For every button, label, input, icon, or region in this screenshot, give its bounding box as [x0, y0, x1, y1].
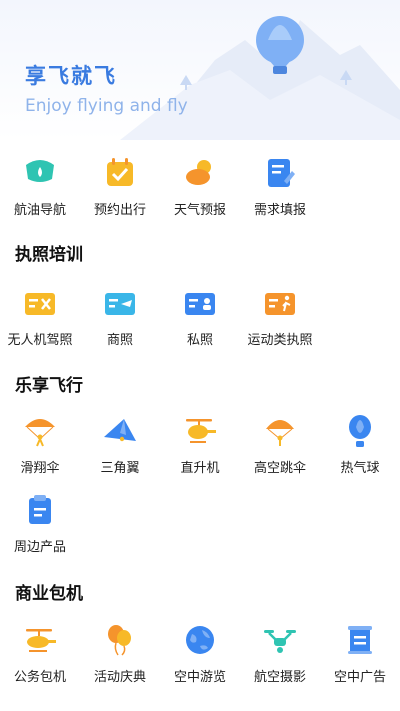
item-label: 热气球 [340, 461, 380, 476]
celebration-balloons-icon [108, 625, 131, 656]
hang-glider-button[interactable]: 三角翼 [80, 413, 160, 476]
drone-license-button[interactable]: 无人机驾照 [0, 285, 80, 348]
aerial-tour-icon [186, 626, 214, 654]
hot-air-balloon-button[interactable]: 热气球 [320, 413, 400, 476]
section-title-enjoy-flying: 乐享飞行 [15, 376, 83, 396]
private-license-button[interactable]: 私照 [160, 285, 240, 348]
calendar-check-icon [107, 158, 133, 186]
item-label: 空中广告 [333, 670, 386, 685]
skydiving-icon [266, 420, 294, 446]
item-label: 私照 [186, 333, 213, 348]
item-label: 需求填报 [253, 203, 306, 218]
section-title-business-charter: 商业包机 [15, 584, 83, 604]
item-label: 滑翔伞 [20, 461, 60, 476]
form-edit-icon [268, 159, 295, 187]
page-subtitle: Enjoy flying and fly [25, 96, 188, 116]
paraglider-button[interactable]: 滑翔伞 [0, 413, 80, 476]
item-label: 运动类执照 [247, 333, 313, 348]
business-charter-button[interactable]: 公务包机 [0, 622, 80, 685]
paraglider-icon [25, 419, 55, 447]
item-label: 三角翼 [100, 461, 140, 476]
drone-license-icon [25, 293, 55, 315]
private-license-icon [185, 293, 215, 315]
skydiving-button[interactable]: 高空跳伞 [240, 413, 320, 476]
fuel-navigation-icon [26, 160, 54, 182]
item-label: 周边产品 [13, 540, 66, 555]
item-label: 预约出行 [93, 203, 146, 218]
celebration-button[interactable]: 活动庆典 [80, 622, 160, 685]
item-label: 无人机驾照 [7, 333, 73, 348]
weather-sun-cloud-icon [186, 160, 211, 185]
item-label: 航空摄影 [253, 670, 306, 685]
hang-glider-icon [104, 419, 136, 442]
aerial-advertising-icon [348, 626, 372, 654]
merchandise-icon [29, 495, 51, 524]
business-charter-icon [26, 629, 56, 652]
item-label: 高空跳伞 [253, 461, 306, 476]
item-label: 空中游览 [173, 670, 226, 685]
page-title: 享飞就飞 [25, 64, 117, 88]
merchandise-button[interactable]: 周边产品 [0, 492, 80, 555]
helicopter-icon [186, 419, 216, 443]
aerial-photography-button[interactable]: 航空摄影 [240, 622, 320, 685]
item-label: 天气预报 [173, 203, 226, 218]
aerial-tour-button[interactable]: 空中游览 [160, 622, 240, 685]
sport-license-button[interactable]: 运动类执照 [240, 285, 320, 348]
commercial-license-icon [105, 293, 135, 315]
item-label: 活动庆典 [93, 670, 146, 685]
demand-report-button[interactable]: 需求填报 [240, 155, 320, 218]
sport-license-icon [265, 293, 295, 315]
commercial-license-button[interactable]: 商照 [80, 285, 160, 348]
item-label: 商照 [106, 333, 133, 348]
hot-air-balloon-icon [349, 415, 371, 447]
item-label: 公务包机 [13, 670, 66, 685]
aerial-photography-drone-icon [264, 630, 296, 653]
weather-forecast-button[interactable]: 天气预报 [160, 155, 240, 218]
aerial-advertising-button[interactable]: 空中广告 [320, 622, 400, 685]
helicopter-button[interactable]: 直升机 [160, 413, 240, 476]
item-label: 航油导航 [13, 203, 66, 218]
booking-travel-button[interactable]: 预约出行 [80, 155, 160, 218]
item-label: 直升机 [180, 461, 220, 476]
fuel-navigation-button[interactable]: 航油导航 [0, 155, 80, 218]
section-title-license: 执照培训 [15, 245, 83, 265]
header-banner: 享飞就飞 Enjoy flying and fly [0, 0, 400, 140]
